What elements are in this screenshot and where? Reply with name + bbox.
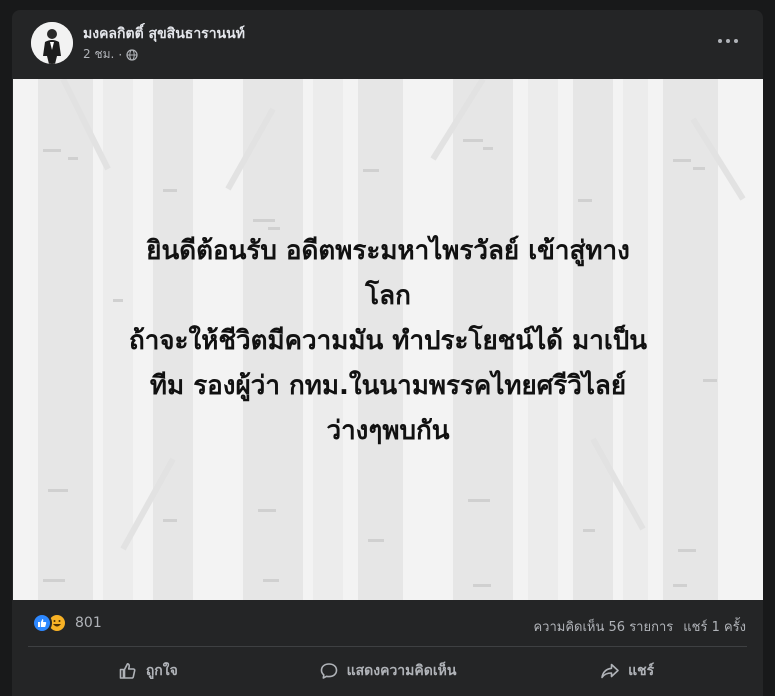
like-label: ถูกใจ [145, 663, 178, 679]
post-text-line: โลก [365, 281, 411, 311]
more-options-button[interactable] [713, 30, 743, 52]
comment-bubble-icon [320, 663, 337, 679]
post-stats: 801 ความคิดเห็น 56 รายการ แชร์ 1 ครั้ง [12, 608, 763, 644]
post-actions: ถูกใจ แสดงความคิดเห็น แชร์ [28, 651, 747, 691]
post-text: ยินดีต้อนรับ อดีตพระมหาไพรวัลย์ เข้าสู่ท… [33, 229, 743, 454]
post-header: มงคลกิตติ์ สุขสินธารานนท์ 2 ชม. · [12, 10, 763, 78]
actions-divider [28, 646, 747, 647]
reaction-count: 801 [75, 615, 102, 631]
thumbs-up-icon [119, 663, 136, 679]
like-reaction-icon [32, 613, 52, 633]
avatar-image [31, 22, 73, 64]
post-card: มงคลกิตติ์ สุขสินธารานนท์ 2 ชม. · ยินดีต… [12, 10, 763, 696]
share-button[interactable]: แชร์ [507, 651, 747, 691]
more-dot-icon [726, 39, 730, 43]
post-time[interactable]: 2 ชม. [83, 45, 114, 64]
reactions-summary[interactable]: 801 [32, 613, 102, 633]
comment-button[interactable]: แสดงความคิดเห็น [268, 651, 508, 691]
share-arrow-icon [601, 663, 619, 679]
post-text-line: ยินดีต้อนรับ อดีตพระมหาไพรวัลย์ เข้าสู่ท… [146, 236, 630, 266]
more-dot-icon [718, 39, 722, 43]
like-button[interactable]: ถูกใจ [28, 651, 268, 691]
post-meta: 2 ชม. · [83, 45, 138, 64]
engagement-counts: ความคิดเห็น 56 รายการ แชร์ 1 ครั้ง [533, 616, 746, 637]
author-name[interactable]: มงคลกิตติ์ สุขสินธารานนท์ [83, 23, 245, 45]
comment-label: แสดงความคิดเห็น [346, 663, 457, 679]
share-label: แชร์ [628, 663, 655, 679]
post-text-line: ว่างๆพบกัน [326, 416, 450, 446]
meta-separator: · [118, 47, 123, 62]
globe-icon [126, 48, 138, 61]
post-text-line: ถ้าจะให้ชีวิตมีความมัน ทำประโยชน์ได้ มาเ… [128, 326, 648, 356]
comment-count-link[interactable]: ความคิดเห็น 56 รายการ [533, 616, 673, 637]
more-dot-icon [734, 39, 738, 43]
post-image[interactable]: ยินดีต้อนรับ อดีตพระมหาไพรวัลย์ เข้าสู่ท… [13, 79, 763, 600]
post-text-line: ทีม รองผู้ว่า กทม.ในนามพรรคไทยศรีวิไลย์ [149, 371, 627, 401]
page: มงคลกิตติ์ สุขสินธารานนท์ 2 ชม. · ยินดีต… [0, 0, 775, 696]
avatar[interactable] [31, 22, 73, 64]
share-count-link[interactable]: แชร์ 1 ครั้ง [683, 616, 746, 637]
